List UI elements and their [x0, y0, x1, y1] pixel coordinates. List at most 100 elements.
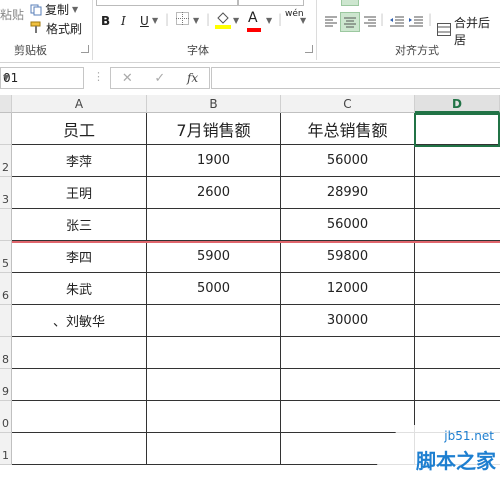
table-cell[interactable] — [12, 401, 147, 433]
formula-bar-handle-icon[interactable]: ⋮ — [93, 70, 104, 83]
table-cell-empty[interactable] — [415, 241, 500, 273]
table-cell-empty[interactable] — [415, 145, 500, 177]
table-header-cell[interactable]: 年总销售额 — [281, 113, 415, 145]
table-cell-empty[interactable] — [415, 305, 500, 337]
merge-center-button[interactable]: 合并后居 — [437, 14, 500, 48]
ribbon-separator: | — [165, 12, 170, 26]
italic-button[interactable]: I — [121, 14, 126, 28]
row-header[interactable]: 2 — [0, 145, 12, 177]
table-cell[interactable] — [12, 369, 147, 401]
table-cell[interactable] — [147, 369, 281, 401]
table-cell[interactable] — [12, 433, 147, 465]
column-header-b[interactable]: B — [147, 95, 281, 113]
align-left-icon[interactable] — [322, 12, 340, 30]
row-header[interactable]: 0 — [0, 401, 12, 433]
fill-color-icon[interactable] — [215, 10, 231, 33]
font-size-combo[interactable] — [238, 0, 304, 6]
format-painter-icon — [30, 21, 43, 37]
format-painter-button[interactable]: 格式刷 — [30, 20, 82, 37]
copy-button[interactable]: 复制 ▼ — [30, 1, 78, 18]
select-all-corner[interactable] — [0, 95, 12, 113]
decrease-indent-icon[interactable] — [388, 12, 406, 30]
table-cell[interactable] — [147, 401, 281, 433]
clipboard-dialog-launcher[interactable] — [81, 45, 89, 53]
table-cell[interactable]: 5900 — [147, 241, 281, 273]
chevron-down-icon[interactable]: ▼ — [152, 16, 158, 25]
table-cell-empty[interactable] — [415, 273, 500, 305]
table-cell-empty[interactable] — [415, 177, 500, 209]
table-cell-empty[interactable] — [415, 337, 500, 369]
formula-input[interactable] — [211, 67, 500, 89]
table-cell[interactable]: 李萍 — [12, 145, 147, 177]
table-cell[interactable]: 12000 — [281, 273, 415, 305]
chevron-down-icon[interactable]: ▼ — [3, 73, 79, 82]
chevron-down-icon[interactable]: ▼ — [193, 16, 199, 25]
insert-function-button[interactable]: fx — [187, 71, 198, 85]
row-header[interactable]: 9 — [0, 369, 12, 401]
table-cell[interactable]: 59800 — [281, 241, 415, 273]
column-header-a[interactable]: A — [12, 95, 147, 113]
ribbon-separator — [316, 0, 317, 60]
table-cell[interactable] — [147, 305, 281, 337]
table-cell[interactable] — [147, 209, 281, 241]
table-cell[interactable]: 2600 — [147, 177, 281, 209]
ribbon-separator: | — [428, 12, 433, 26]
table-cell[interactable] — [281, 369, 415, 401]
table-cell[interactable]: 李四 — [12, 241, 147, 273]
row-header[interactable] — [0, 113, 12, 145]
row-header[interactable] — [0, 209, 12, 241]
row-header[interactable]: 1 — [0, 433, 12, 465]
name-box[interactable]: 01 ▼ — [0, 67, 84, 89]
align-right-icon[interactable] — [361, 12, 379, 30]
format-painter-label: 格式刷 — [46, 22, 83, 36]
column-header-d[interactable]: D — [415, 95, 500, 113]
chevron-down-icon[interactable]: ▼ — [233, 16, 239, 25]
font-name-combo[interactable] — [96, 0, 238, 6]
table-cell[interactable] — [281, 337, 415, 369]
table-cell[interactable]: 、刘敏华 — [12, 305, 147, 337]
active-cell-d1[interactable] — [414, 113, 500, 147]
font-dialog-launcher[interactable] — [305, 45, 313, 53]
paste-label: 粘贴 — [0, 8, 25, 22]
table-cell[interactable]: 王明 — [12, 177, 147, 209]
table-cell-empty[interactable] — [415, 369, 500, 401]
table-cell[interactable]: 张三 — [12, 209, 147, 241]
row-header[interactable]: 3 — [0, 177, 12, 209]
table-cell[interactable]: 1900 — [147, 145, 281, 177]
row-header[interactable]: 5 — [0, 241, 12, 273]
table-header-cell[interactable]: 员工 — [12, 113, 147, 145]
table-cell[interactable]: 5000 — [147, 273, 281, 305]
table-cell[interactable]: 30000 — [281, 305, 415, 337]
align-center-icon[interactable] — [340, 12, 360, 32]
table-cell-empty[interactable] — [415, 209, 500, 241]
paste-button[interactable]: 粘贴 — [0, 6, 24, 23]
increase-indent-icon[interactable] — [407, 12, 425, 30]
top-align-button[interactable] — [341, 0, 359, 6]
borders-icon[interactable] — [176, 12, 189, 28]
font-group-label: 字体 — [187, 44, 209, 57]
alignment-group-label: 对齐方式 — [395, 44, 439, 57]
row-header[interactable]: 6 — [0, 273, 12, 305]
chevron-down-icon[interactable]: ▼ — [266, 16, 272, 25]
table-cell[interactable]: 28990 — [281, 177, 415, 209]
row-header[interactable] — [0, 305, 12, 337]
table-cell[interactable]: 56000 — [281, 145, 415, 177]
underline-button[interactable]: U — [140, 14, 149, 28]
font-color-icon[interactable]: A — [247, 10, 261, 32]
worksheet-grid: A B C D 员工 7月销售额 年总销售额 2 李萍 1900 56000 3 王明 2600 2… — [0, 95, 500, 477]
chevron-down-icon[interactable]: ▼ — [300, 16, 306, 25]
row-header[interactable]: 8 — [0, 337, 12, 369]
bold-button[interactable]: B — [101, 14, 110, 28]
table-cell[interactable]: 56000 — [281, 209, 415, 241]
table-header-cell[interactable]: 7月销售额 — [147, 113, 281, 145]
enter-icon[interactable]: ✓ — [154, 71, 165, 86]
table-cell[interactable]: 朱武 — [12, 273, 147, 305]
table-cell[interactable] — [147, 337, 281, 369]
ribbon-separator: | — [206, 12, 211, 26]
chevron-down-icon[interactable]: ▼ — [72, 5, 78, 14]
ribbon-separator — [92, 0, 93, 60]
table-cell[interactable] — [12, 337, 147, 369]
column-header-c[interactable]: C — [281, 95, 415, 113]
table-cell[interactable] — [147, 433, 281, 465]
cancel-icon[interactable]: ✕ — [122, 71, 133, 86]
